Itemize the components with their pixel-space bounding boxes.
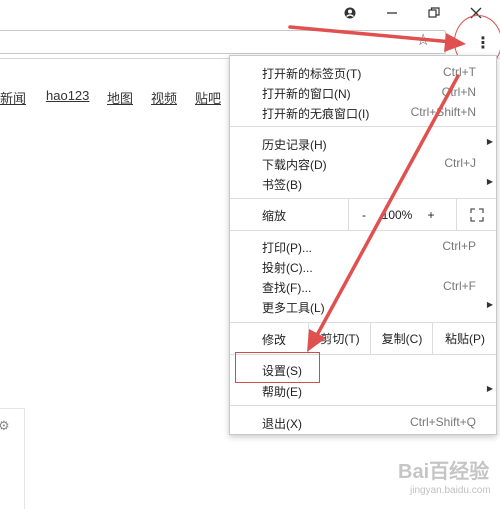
annotation-arrow-to-menu — [288, 25, 454, 44]
annotation-arrowhead — [444, 33, 466, 52]
watermark-logo: Bai百经验 — [398, 461, 490, 483]
annotation-arrow-to-settings — [314, 74, 460, 339]
annotation-arrows — [288, 25, 466, 352]
watermark-url: jingyan.baidu.com — [410, 485, 491, 496]
